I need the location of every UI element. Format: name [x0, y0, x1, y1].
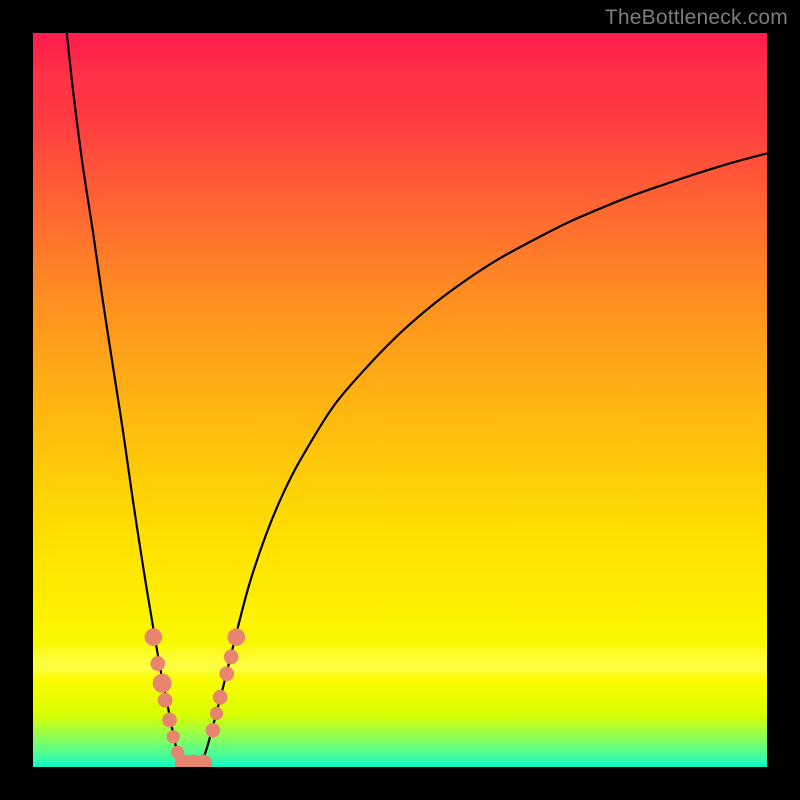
data-point — [224, 650, 239, 665]
chart-frame: TheBottleneck.com — [0, 0, 800, 800]
data-point — [162, 713, 177, 728]
left-curve-path — [67, 33, 190, 767]
plot-area — [33, 33, 767, 767]
data-point — [210, 707, 223, 720]
data-point — [158, 693, 173, 708]
data-point — [150, 656, 165, 671]
data-point — [213, 690, 228, 705]
data-point — [167, 730, 180, 743]
chart-svg — [33, 33, 767, 767]
marker-layer — [145, 628, 246, 767]
right-curve-path — [200, 153, 767, 767]
watermark-text: TheBottleneck.com — [605, 6, 788, 30]
data-point — [228, 628, 246, 646]
data-point — [219, 666, 234, 681]
data-point — [145, 628, 163, 646]
data-point — [205, 723, 220, 738]
data-point — [153, 674, 172, 693]
